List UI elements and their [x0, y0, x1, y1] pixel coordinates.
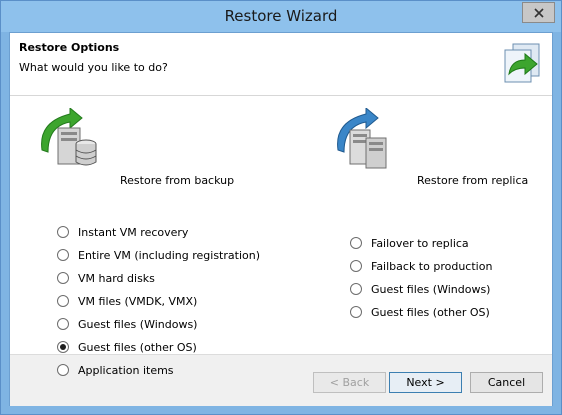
- radio-label: Guest files (Windows): [78, 317, 198, 331]
- radio-label: VM files (VMDK, VMX): [78, 294, 198, 308]
- vm-hard-disks-radio[interactable]: VM hard disks: [57, 270, 155, 286]
- vm-files-radio[interactable]: VM files (VMDK, VMX): [57, 293, 197, 309]
- cancel-button[interactable]: Cancel: [470, 372, 543, 393]
- radio-indicator: [350, 283, 362, 295]
- radio-label: Guest files (other OS): [371, 305, 490, 319]
- replica-guest-files-other-os-radio[interactable]: Guest files (other OS): [350, 304, 490, 320]
- window-title: Restore Wizard: [224, 7, 338, 25]
- failover-to-replica-radio[interactable]: Failover to replica: [350, 235, 469, 251]
- page-title: Restore Options: [19, 41, 120, 54]
- instant-vm-recovery-radio[interactable]: Instant VM recovery: [57, 224, 188, 240]
- radio-indicator: [57, 249, 69, 261]
- replica-guest-files-windows-radio[interactable]: Guest files (Windows): [350, 281, 490, 297]
- radio-indicator: [57, 272, 69, 284]
- backup-guest-files-other-os-radio[interactable]: Guest files (other OS): [57, 339, 197, 355]
- replica-server-icon: [337, 108, 387, 169]
- backup-server-icon: [41, 108, 97, 166]
- close-button[interactable]: [522, 2, 555, 23]
- wizard-body: Restore from backup Instant VM recovery …: [10, 96, 552, 377]
- restore-from-replica-label: Restore from replica: [417, 174, 529, 187]
- radio-indicator: [57, 318, 69, 330]
- backup-guest-files-windows-radio[interactable]: Guest files (Windows): [57, 316, 197, 332]
- radio-label: Guest files (Windows): [371, 282, 491, 296]
- radio-indicator: [57, 226, 69, 238]
- restore-wizard-window: Restore Wizard Restore Options What woul…: [0, 0, 562, 415]
- radio-label: Entire VM (including registration): [78, 248, 260, 262]
- radio-indicator: [57, 295, 69, 307]
- radio-label: Application items: [78, 363, 174, 377]
- radio-label: VM hard disks: [78, 271, 155, 285]
- title-bar[interactable]: Restore Wizard: [1, 1, 561, 32]
- radio-label: Failback to production: [371, 259, 493, 273]
- radio-label: Failover to replica: [371, 236, 469, 250]
- next-button[interactable]: Next >: [389, 372, 462, 393]
- wizard-client: Restore Options What would you like to d…: [9, 32, 553, 406]
- close-icon: [534, 8, 544, 18]
- radio-indicator: [350, 306, 362, 318]
- radio-indicator: [350, 237, 362, 249]
- back-button[interactable]: < Back: [313, 372, 386, 393]
- restore-icon: [504, 43, 540, 83]
- failback-to-production-radio[interactable]: Failback to production: [350, 258, 492, 274]
- restore-from-backup-label: Restore from backup: [120, 174, 235, 187]
- application-items-radio[interactable]: Application items: [57, 362, 174, 378]
- radio-indicator-selected: [57, 341, 69, 353]
- radio-label: Instant VM recovery: [78, 225, 189, 239]
- radio-indicator: [57, 364, 69, 376]
- page-subtitle: What would you like to do?: [19, 61, 168, 74]
- wizard-header: Restore Options What would you like to d…: [10, 33, 552, 96]
- radio-label: Guest files (other OS): [78, 340, 197, 354]
- entire-vm-radio[interactable]: Entire VM (including registration): [57, 247, 260, 263]
- radio-indicator: [350, 260, 362, 272]
